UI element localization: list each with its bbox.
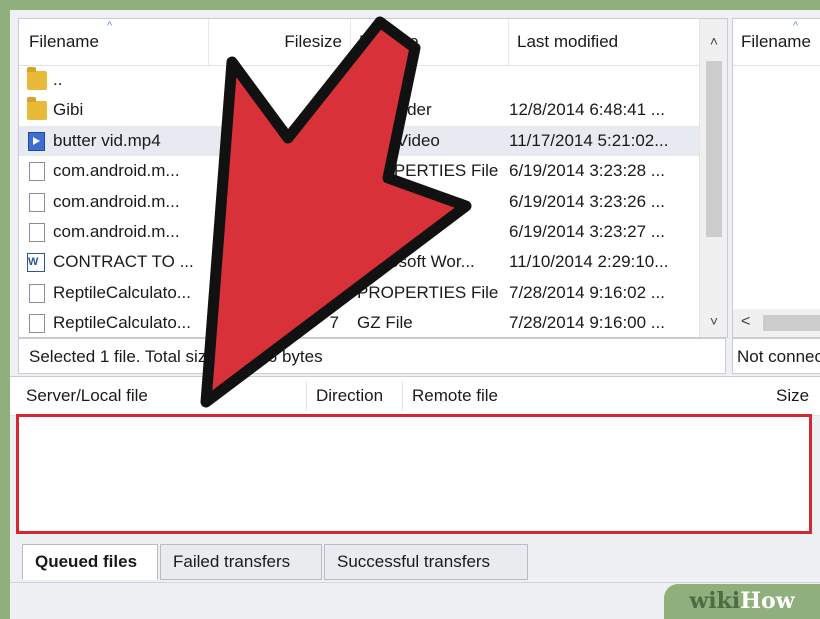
file-modified: 7/28/2014 9:16:02 ... [509,282,665,302]
filezilla-window: ^ Filename Filesize Filetype Last modifi… [10,10,820,619]
file-type: Microsoft Wor... [357,252,475,272]
scroll-down-icon[interactable]: ˅ [700,313,727,329]
column-header-last-modified[interactable]: Last modified [509,19,699,65]
local-file-rows: .. Gibi File folder 12/8/2014 6:48:41 ... bu… [19,65,699,337]
video-file-icon [28,131,45,151]
local-status-text: Selected 1 file. Total size: 18,136 byte… [29,347,323,366]
file-row[interactable]: CONTRACT TO ... Microsoft Wor... 11/10/201… [19,247,699,278]
folder-icon [27,97,47,121]
remote-horizontal-scrollbar[interactable]: < [733,309,820,337]
file-row[interactable]: butter vid.mp4 18 MP4 Video 11/17/2014 5:21… [19,125,699,157]
local-file-list-header: ^ Filename Filesize Filetype Last modifi… [19,19,727,66]
file-modified: 11/10/2014 2:29:10... [509,252,669,272]
scrollbar-thumb[interactable] [763,315,820,331]
document-icon [29,314,45,334]
file-row[interactable]: com.android.m... PROPERTIES File 6/19/2014… [19,156,699,186]
folder-icon [27,67,47,90]
local-status-bar: Selected 1 file. Total size: 18,136 byte… [18,338,726,374]
remote-file-list[interactable]: ^ Filename < [732,18,820,338]
column-divider [402,381,403,411]
document-icon [29,222,45,242]
file-size: 7 [329,313,339,333]
transfer-queue-header: Server/Local file Direction Remote file … [10,376,820,416]
remote-status-text: Not connected. [737,347,820,366]
column-header-filesize-label: Filesize [284,32,342,51]
remote-file-list-header: ^ Filename [733,19,820,66]
file-row[interactable]: ReptileCalculato... PROPERTIES File 7/28/2… [19,278,699,308]
tab-failed-transfers[interactable]: Failed transfers [160,544,322,580]
tab-successful-transfers[interactable]: Successful transfers [324,544,528,580]
file-type: PROPERTIES File [357,161,499,181]
watermark-part-how: How [740,588,795,614]
file-name: ReptileCalculato... [53,282,191,302]
file-row[interactable]: com.android.m... 6/19/2014 3:23:26 ... [19,187,699,217]
file-row[interactable]: .. [19,65,699,95]
file-name: com.android.m... [53,221,180,241]
file-name: butter vid.mp4 [53,130,161,150]
file-row[interactable]: Gibi File folder 12/8/2014 6:48:41 ... [19,95,699,125]
scroll-up-icon[interactable]: ˄ [700,33,727,49]
file-modified: 12/8/2014 6:48:41 ... [509,100,665,120]
queue-column-remote-file[interactable]: Remote file [412,377,498,415]
file-row[interactable]: ReptileCalculato... 7 GZ File 7/28/2014 9:1… [19,308,699,337]
scrollbar-thumb[interactable] [706,61,722,237]
queue-column-server-local-file[interactable]: Server/Local file [26,377,148,415]
column-header-filetype[interactable]: Filetype [351,19,509,65]
file-modified: 7/28/2014 9:16:00 ... [509,313,665,333]
queue-tabs: Queued files Failed transfers Successful… [10,544,820,584]
local-vertical-scrollbar[interactable]: ˄ ˅ [699,19,727,337]
file-type: File folder [357,100,432,120]
file-type: MP4 Video [357,130,440,150]
document-icon [29,162,45,182]
remote-column-header-filename-label: Filename [741,32,811,51]
file-modified: 6/19/2014 3:23:26 ... [509,191,665,211]
watermark-part-wiki: wiki [689,588,741,614]
word-document-icon [27,247,45,278]
remote-column-header-filename[interactable]: ^ Filename [733,19,820,65]
column-header-filesize[interactable]: Filesize [209,19,351,65]
column-header-filename[interactable]: ^ Filename [19,19,209,65]
column-header-filename-label: Filename [29,32,99,51]
transfer-queue-list-highlighted[interactable] [16,414,812,534]
queue-column-direction[interactable]: Direction [316,377,383,415]
file-type: GZ File [357,313,413,333]
file-modified: 11/17/2014 5:21:02... [509,130,669,150]
remote-status-bar: Not connected. [732,338,820,374]
document-icon [29,192,45,212]
file-modified: 6/19/2014 3:23:28 ... [509,161,665,181]
local-file-list[interactable]: ^ Filename Filesize Filetype Last modifi… [18,18,728,338]
file-name: com.android.m... [53,161,180,181]
file-name: CONTRACT TO ... [53,252,194,272]
file-modified: 6/19/2014 3:23:27 ... [509,221,665,241]
scroll-left-icon[interactable]: < [741,313,750,331]
file-name: Gibi [53,100,84,120]
file-name: ReptileCalculato... [53,313,191,333]
column-header-filetype-label: Filetype [359,32,419,51]
file-name: com.android.m... [53,191,180,211]
document-icon [29,283,45,303]
column-divider [306,381,307,411]
wikihow-watermark: wikiHow [664,584,820,619]
sort-ascending-icon: ^ [107,20,113,32]
file-size: 18 [320,130,339,150]
sort-ascending-icon: ^ [793,20,799,32]
file-name: .. [53,70,63,89]
file-row[interactable]: com.android.m... 6/19/2014 3:23:27 ... [19,217,699,247]
file-type: PROPERTIES File [357,282,499,302]
column-header-last-modified-label: Last modified [517,32,619,51]
queue-column-size[interactable]: Size [776,377,809,415]
tab-queued-files[interactable]: Queued files [22,544,158,580]
